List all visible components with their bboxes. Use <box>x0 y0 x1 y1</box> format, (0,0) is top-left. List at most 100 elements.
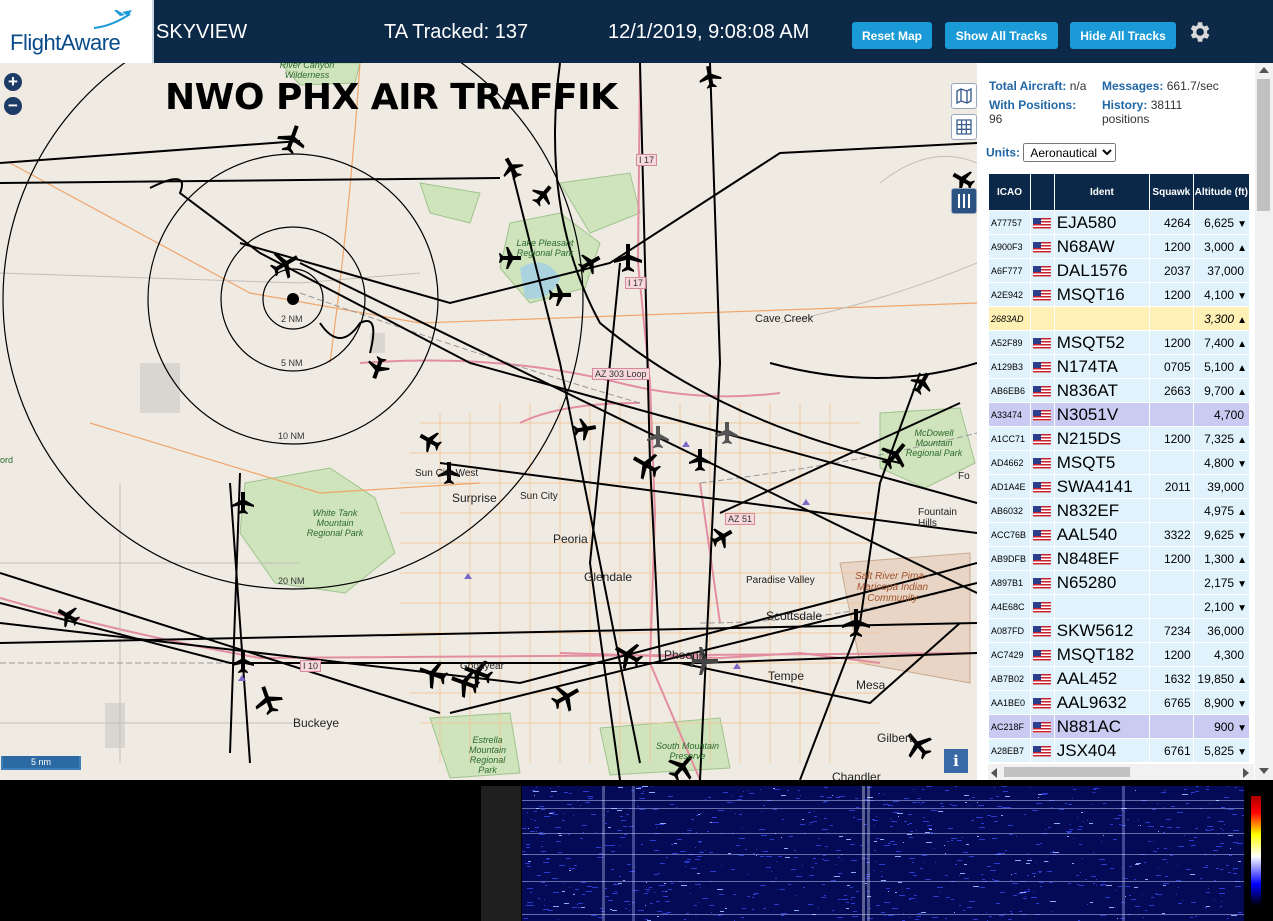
place-label: Paradise Valley <box>746 575 815 586</box>
us-flag-icon <box>1032 457 1051 469</box>
place-label: ord <box>0 455 14 465</box>
place-label: Goodyear <box>460 661 504 672</box>
altitude-trend-icon: ▲ <box>1237 674 1247 686</box>
aircraft-markers <box>57 65 976 780</box>
col-altitude[interactable]: Altitude (ft) <box>1193 174 1249 210</box>
icao-cell: AB6032 <box>989 499 1030 522</box>
squawk-cell: 3322 <box>1150 523 1193 546</box>
table-row[interactable]: A33474 N3051V 4,700 <box>989 403 1249 426</box>
place-label: Cave Creek <box>755 313 814 325</box>
col-ident[interactable]: Ident <box>1054 174 1150 210</box>
icao-cell: AC218F <box>989 715 1030 738</box>
map-view[interactable]: NWO PHX AIR TRAFFIK + − 2 NM 5 NM 10 NM … <box>0 63 977 780</box>
altitude-trend-icon: ▼ <box>1237 578 1247 590</box>
table-row[interactable]: A129B3 N174TA 0705 5,100 ▲ <box>989 355 1249 378</box>
map-layers-button[interactable] <box>951 83 977 109</box>
sidebar-horizontal-scrollbar[interactable] <box>988 764 1254 780</box>
map-info-button[interactable]: i <box>944 749 968 773</box>
sidebar-vertical-scrollbar[interactable] <box>1255 63 1273 780</box>
flag-cell <box>1030 547 1054 570</box>
us-flag-icon <box>1032 337 1051 349</box>
altitude-cell: 9,625 ▼ <box>1193 523 1249 546</box>
altitude-cell: 5,100 ▲ <box>1193 355 1249 378</box>
grid-button[interactable] <box>951 114 977 140</box>
altitude-value: 4,700 <box>1213 407 1244 422</box>
col-squawk[interactable]: Squawk <box>1150 174 1193 210</box>
squawk-cell: 2663 <box>1150 379 1193 402</box>
ident-cell: MSQT52 <box>1054 331 1150 354</box>
table-row[interactable]: AB7B02 AAL452 1632 19,850 ▲ <box>989 667 1249 690</box>
table-row[interactable]: AC7429 MSQT182 1200 4,300 <box>989 643 1249 666</box>
squawk-cell: 1200 <box>1150 331 1193 354</box>
table-row[interactable]: A1CC71 N215DS 1200 7,325 ▲ <box>989 427 1249 450</box>
table-row[interactable]: AC218F N881AC 900 ▼ <box>989 715 1249 738</box>
table-row[interactable]: 2683AD 3,300 ▲ <box>989 307 1249 330</box>
squawk-cell <box>1150 595 1193 618</box>
ident-cell: N174TA <box>1054 355 1150 378</box>
table-row[interactable]: A4E68C 2,100 ▼ <box>989 595 1249 618</box>
flag-cell <box>1030 667 1054 690</box>
ident-cell: JSX404 <box>1054 739 1150 762</box>
altitude-trend-icon: ▲ <box>1237 362 1247 374</box>
table-row[interactable]: A52F89 MSQT52 1200 7,400 ▲ <box>989 331 1249 354</box>
place-label: Mesa <box>856 678 886 692</box>
header-bar: FlightAware SKYVIEW TA Tracked: 137 12/1… <box>0 0 1273 63</box>
icao-cell: AB9DFB <box>989 547 1030 570</box>
range-label-20nm: 20 NM <box>278 576 305 586</box>
waterfall-color-scale <box>1251 796 1261 906</box>
table-row[interactable]: ACC76B AAL540 3322 9,625 ▼ <box>989 523 1249 546</box>
table-row[interactable]: A2E942 MSQT16 1200 4,100 ▼ <box>989 283 1249 306</box>
table-row[interactable]: A28EB7 JSX404 6761 5,825 ▼ <box>989 739 1249 762</box>
altitude-value: 5,825 <box>1204 743 1235 758</box>
flag-cell <box>1030 499 1054 522</box>
table-row[interactable]: AB6EB6 N836AT 2663 9,700 ▲ <box>989 379 1249 402</box>
col-icao[interactable]: ICAO <box>989 174 1030 210</box>
us-flag-icon <box>1032 217 1051 229</box>
aircraft-table-container[interactable]: ICAO Ident Squawk Altitude (ft) A77757 EJ… <box>988 173 1250 763</box>
place-label: Tempe <box>768 669 805 683</box>
icao-cell: AD4662 <box>989 451 1030 474</box>
aircraft-sidebar: Total Aircraft: n/a Messages: 661.7/sec … <box>977 63 1273 780</box>
place-label: Scottsdale <box>766 609 823 623</box>
col-flag[interactable] <box>1030 174 1054 210</box>
altitude-trend-icon: ▼ <box>1237 458 1247 470</box>
table-row[interactable]: A897B1 N65280 2,175 ▼ <box>989 571 1249 594</box>
altitude-value: 8,900 <box>1204 695 1235 710</box>
gear-icon[interactable] <box>1186 19 1212 45</box>
us-flag-icon <box>1032 289 1051 301</box>
altitude-value: 4,975 <box>1204 503 1235 518</box>
icao-cell: A129B3 <box>989 355 1030 378</box>
flightaware-logo[interactable]: FlightAware <box>0 0 154 63</box>
altitude-cell: 4,100 ▼ <box>1193 283 1249 306</box>
table-row[interactable]: AA1BE0 AAL9632 6765 8,900 ▼ <box>989 691 1249 714</box>
icao-cell: 2683AD <box>989 307 1030 330</box>
table-row[interactable]: AD4662 MSQT5 4,800 ▼ <box>989 451 1249 474</box>
total-aircraft-value: n/a <box>1069 79 1087 93</box>
table-row[interactable]: A087FD SKW5612 7234 36,000 <box>989 619 1249 642</box>
zoom-out-button[interactable]: − <box>4 97 22 115</box>
altitude-value: 39,000 <box>1207 479 1244 494</box>
ident-cell: AAL452 <box>1054 667 1150 690</box>
place-label: Buckeye <box>293 716 340 730</box>
table-row[interactable]: AB9DFB N848EF 1200 1,300 ▲ <box>989 547 1249 570</box>
hide-all-tracks-button[interactable]: Hide All Tracks <box>1070 22 1176 49</box>
table-row[interactable]: AB6032 N832EF 4,975 ▲ <box>989 499 1249 522</box>
column-toggle-button[interactable] <box>951 188 977 214</box>
zoom-in-button[interactable]: + <box>4 73 22 91</box>
map-layers-icon <box>956 87 972 105</box>
altitude-trend-icon: ▲ <box>1237 506 1247 518</box>
table-row[interactable]: A6F777 DAL1576 2037 37,000 <box>989 259 1249 282</box>
table-row[interactable]: AD1A4E SWA4141 2011 39,000 <box>989 475 1249 498</box>
messages-label: Messages: <box>1102 79 1164 93</box>
show-all-tracks-button[interactable]: Show All Tracks <box>945 22 1058 49</box>
logo-plane-icon <box>93 10 132 29</box>
table-row[interactable]: A77757 EJA580 4264 6,625 ▼ <box>989 211 1249 234</box>
reset-map-button[interactable]: Reset Map <box>852 22 932 49</box>
grid-icon <box>956 119 972 135</box>
table-row[interactable]: A900F3 N68AW 1200 3,000 ▲ <box>989 235 1249 258</box>
ident-cell <box>1054 307 1150 330</box>
units-select[interactable]: Aeronautical <box>1023 143 1117 162</box>
altitude-trend-icon: ▼ <box>1237 746 1247 758</box>
place-label: Fo <box>958 471 970 482</box>
squawk-cell <box>1150 307 1193 330</box>
